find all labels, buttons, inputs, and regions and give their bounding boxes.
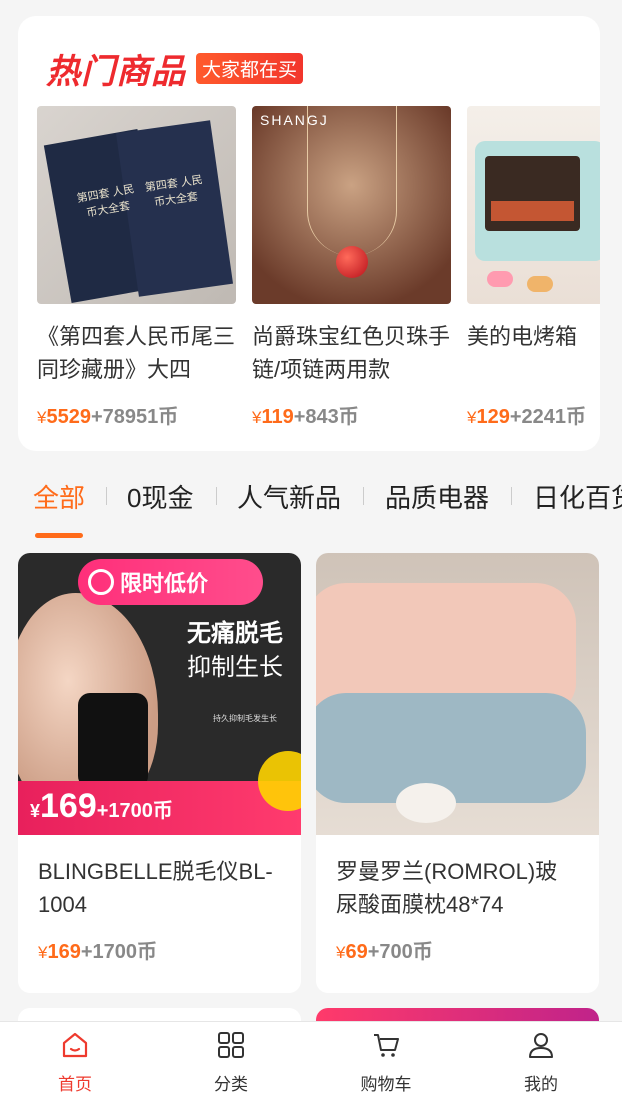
bottom-nav: 首页 分类 购物车 我的 (0, 1021, 622, 1104)
image-slogan: 无痛脱毛 (187, 620, 283, 647)
hot-item[interactable]: SHANGJ 尚爵珠宝红色贝珠手链/项链两用款 ¥119+843币 (252, 106, 451, 429)
home-icon (62, 1032, 88, 1058)
hot-item-name: 《第四套人民币尾三同珍藏册》大四 (37, 324, 236, 382)
clock-icon (88, 569, 114, 595)
hot-item[interactable]: 第四套 人民币大全套 第四套 人民币大全套 《第四套人民币尾三同珍藏册》大四 ¥… (37, 106, 236, 429)
hot-item-price: ¥129+2241币 (467, 406, 587, 428)
image-slogan: 抑制生长 (187, 654, 283, 681)
nav-profile[interactable]: 我的 (491, 1030, 591, 1095)
grid-icon (218, 1032, 244, 1058)
hot-item-name: 美的电烤箱 (467, 324, 578, 349)
hot-header: 热门商品 大家都在买 (46, 44, 304, 93)
tab-divider (106, 487, 107, 505)
user-icon (529, 1033, 553, 1058)
nav-category[interactable]: 分类 (181, 1030, 281, 1095)
tab-all[interactable]: 全部 (33, 478, 85, 515)
product-price: ¥169+1700币 (38, 941, 158, 963)
nav-home[interactable]: 首页 (25, 1030, 125, 1095)
tab-divider (216, 487, 217, 505)
product-image: 第四套 人民币大全套 第四套 人民币大全套 (37, 106, 236, 304)
hot-badge: 大家都在买 (196, 53, 304, 84)
hot-item-price: ¥5529+78951币 (37, 406, 179, 428)
product-image (467, 106, 600, 304)
tab-popular-new[interactable]: 人气新品 (237, 478, 341, 515)
tab-zero-cash[interactable]: 0现金 (127, 478, 193, 515)
product-price: ¥69+700币 (336, 941, 433, 963)
tab-active-indicator (35, 533, 83, 538)
hot-products-card: 热门商品 大家都在买 第四套 人民币大全套 第四套 人民币大全套 《第四套人民币… (18, 16, 600, 451)
tab-daily-goods[interactable]: 日化百货 (533, 478, 622, 515)
tab-quality-appliances[interactable]: 品质电器 (385, 478, 489, 515)
category-tabs: 全部 0现金 人气新品 品质电器 日化百货 (0, 478, 622, 538)
hot-title: 热门商品 (46, 53, 186, 91)
product-card[interactable]: 罗曼罗兰(ROMROL)玻尿酸面膜枕48*74 ¥69+700币 (316, 553, 599, 993)
product-name: BLINGBELLE脱毛仪BL-1004 (38, 859, 273, 917)
tab-divider (511, 487, 512, 505)
image-price-bar: ¥169+1700币 (18, 751, 301, 835)
product-card[interactable]: 限时低价 无痛脱毛 抑制生长 持久抑制毛发生长 ¥169+1700币 BLING… (18, 553, 301, 993)
limited-price-banner: 限时低价 (78, 559, 263, 605)
nav-label: 我的 (524, 1075, 558, 1094)
product-name: 罗曼罗兰(ROMROL)玻尿酸面膜枕48*74 (336, 859, 558, 917)
hot-item[interactable]: 美的电烤箱 ¥129+2241币 (467, 106, 600, 429)
hot-scroller[interactable]: 第四套 人民币大全套 第四套 人民币大全套 《第四套人民币尾三同珍藏册》大四 ¥… (37, 106, 600, 446)
hot-item-name: 尚爵珠宝红色贝珠手链/项链两用款 (252, 324, 451, 382)
image-caption: 持久抑制毛发生长 (213, 714, 277, 723)
product-image: SHANGJ (252, 106, 451, 304)
product-image: 限时低价 无痛脱毛 抑制生长 持久抑制毛发生长 ¥169+1700币 (18, 553, 301, 835)
nav-label: 分类 (214, 1075, 248, 1094)
hot-item-price: ¥119+843币 (252, 406, 359, 428)
tab-divider (363, 487, 364, 505)
nav-cart[interactable]: 购物车 (336, 1030, 436, 1095)
nav-label: 购物车 (360, 1075, 412, 1094)
cart-icon (374, 1034, 399, 1057)
product-image (316, 553, 599, 835)
nav-label: 首页 (58, 1075, 92, 1094)
